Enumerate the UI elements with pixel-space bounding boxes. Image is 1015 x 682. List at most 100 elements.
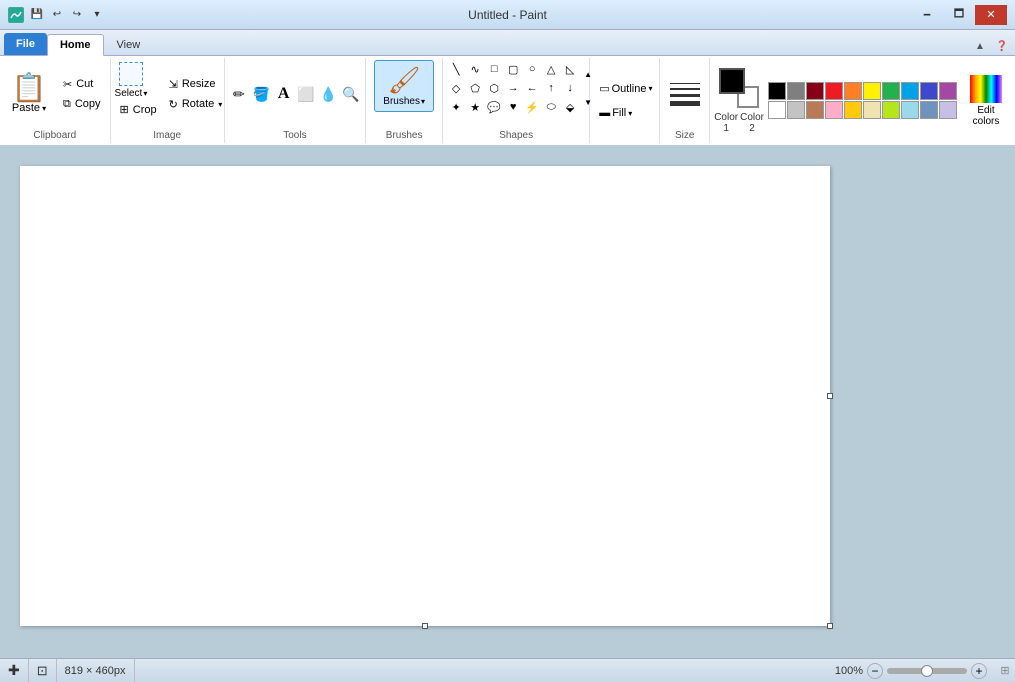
shape-rect[interactable]: □	[485, 60, 503, 78]
color-cell-5[interactable]	[863, 82, 881, 100]
resize-icon: ⇲	[169, 78, 178, 91]
shape-diamond[interactable]: ◇	[447, 79, 465, 97]
color1-swatch[interactable]	[719, 68, 745, 94]
select-icon	[119, 62, 143, 86]
shape-more2[interactable]: ⬙	[561, 98, 579, 116]
ribbon: 📋 Paste ▾ ✂ Cut ⧉ Copy Clipboard	[0, 56, 1015, 146]
canvas-area[interactable]	[0, 146, 1015, 658]
size-line-1[interactable]	[670, 83, 700, 84]
scissors-icon: ✂	[63, 78, 72, 91]
color-cell-18[interactable]	[920, 101, 938, 119]
shape-arrow-left[interactable]: ←	[523, 79, 541, 97]
fill-button[interactable]: 🪣	[251, 83, 271, 105]
color-cell-15[interactable]	[863, 101, 881, 119]
copy-button[interactable]: ⧉ Copy	[58, 95, 106, 114]
color-swatches-area: Color1 Color2	[714, 68, 764, 134]
shape-lightning[interactable]: ⚡	[523, 98, 541, 116]
shape-right-triangle[interactable]: ◺	[561, 60, 579, 78]
handle-bottom[interactable]	[422, 623, 428, 629]
tab-file[interactable]: File	[4, 33, 47, 55]
color-cell-2[interactable]	[806, 82, 824, 100]
color-cell-1[interactable]	[787, 82, 805, 100]
color-cell-8[interactable]	[920, 82, 938, 100]
color-cell-19[interactable]	[939, 101, 957, 119]
drawing-canvas[interactable]	[20, 166, 830, 626]
zoom-out-button[interactable]: −	[867, 663, 883, 679]
maximize-button[interactable]: 🗖	[943, 5, 975, 25]
quick-access-toolbar: 💾 ↩ ↪ ▾	[28, 6, 106, 24]
zoom-in-button[interactable]: +	[971, 663, 987, 679]
status-new-button[interactable]: ✚	[0, 659, 29, 682]
brushes-button[interactable]: 🖌 Brushes ▾	[374, 60, 434, 112]
brush-icon: 🖌	[388, 65, 421, 96]
zoom-tool-button[interactable]: 🔍	[341, 83, 361, 105]
shapes-group: ╲ ∿ □ ▢ ○ △ ◺ ◇ ⬠ ⬡ → ← ↑ ↓ ✦ ★ 💬 ♥ ⚡	[443, 58, 590, 143]
shape-heart[interactable]: ♥	[504, 98, 522, 116]
fill-button[interactable]: ▬ Fill ▾	[594, 104, 655, 122]
tab-view[interactable]: View	[104, 33, 154, 55]
close-button[interactable]: ✕	[975, 5, 1007, 25]
color-cell-10[interactable]	[768, 101, 786, 119]
color-cell-3[interactable]	[825, 82, 843, 100]
quick-save-button[interactable]: 💾	[28, 6, 46, 24]
edit-colors-button[interactable]: Editcolors	[961, 72, 1011, 130]
shape-callout[interactable]: 💬	[485, 98, 503, 116]
handle-right[interactable]	[827, 393, 833, 399]
fill-icon: ▬	[599, 107, 610, 119]
cut-button[interactable]: ✂ Cut	[58, 75, 106, 94]
shape-curve[interactable]: ∿	[466, 60, 484, 78]
color-selector	[719, 68, 759, 108]
outline-button[interactable]: ▭ Outline ▾	[594, 79, 655, 98]
shape-star4[interactable]: ✦	[447, 98, 465, 116]
size-line-4[interactable]	[670, 101, 700, 106]
quick-dropdown-button[interactable]: ▾	[88, 6, 106, 24]
resize-rotate-area: ⇲ Resize ↻ Rotate ▾	[164, 60, 228, 128]
zoom-slider[interactable]	[887, 668, 967, 674]
image-label: Image	[115, 128, 220, 141]
shape-arrow-down[interactable]: ↓	[561, 79, 579, 97]
shape-more1[interactable]: ⬭	[542, 98, 560, 116]
shape-triangle[interactable]: △	[542, 60, 560, 78]
shape-hexagon[interactable]: ⬡	[485, 79, 503, 97]
color-cell-0[interactable]	[768, 82, 786, 100]
tab-home[interactable]: Home	[47, 34, 104, 56]
color-cell-16[interactable]	[882, 101, 900, 119]
rotate-button[interactable]: ↻ Rotate ▾	[164, 95, 228, 114]
image-group: Select ▾ ⊞ Crop ⇲ Resize ↻ Rotate ▾	[111, 58, 225, 143]
size-line-3[interactable]	[670, 94, 700, 97]
text-button[interactable]: A	[274, 83, 294, 105]
size-label: Size	[664, 128, 705, 141]
shape-star5[interactable]: ★	[466, 98, 484, 116]
resize-button[interactable]: ⇲ Resize	[164, 75, 228, 94]
shape-line[interactable]: ╲	[447, 60, 465, 78]
crop-button[interactable]: ⊞ Crop	[115, 100, 162, 119]
color-cell-6[interactable]	[882, 82, 900, 100]
minimize-button[interactable]: 🗕	[911, 5, 943, 25]
pencil-button[interactable]: ✏	[229, 83, 249, 105]
new-icon: ✚	[8, 662, 20, 679]
quick-undo-button[interactable]: ↩	[48, 6, 66, 24]
shape-ellipse[interactable]: ○	[523, 60, 541, 78]
shape-arrow-right[interactable]: →	[504, 79, 522, 97]
color-cell-9[interactable]	[939, 82, 957, 100]
quick-redo-button[interactable]: ↪	[68, 6, 86, 24]
paste-button[interactable]: 📋 Paste ▾	[4, 60, 54, 128]
color-cell-13[interactable]	[825, 101, 843, 119]
color-picker-button[interactable]: 💧	[318, 83, 338, 105]
help-button[interactable]: ❓	[993, 37, 1011, 55]
color-cell-17[interactable]	[901, 101, 919, 119]
status-resize-button[interactable]: ⊡	[29, 659, 57, 682]
eraser-button[interactable]: ⬜	[296, 83, 316, 105]
select-button[interactable]: Select ▾	[115, 60, 148, 99]
ribbon-collapse-button[interactable]: ▲	[971, 37, 989, 55]
color-cell-4[interactable]	[844, 82, 862, 100]
handle-bottom-right[interactable]	[827, 623, 833, 629]
shape-arrow-up[interactable]: ↑	[542, 79, 560, 97]
color-cell-11[interactable]	[787, 101, 805, 119]
size-line-2[interactable]	[670, 88, 700, 90]
color-cell-14[interactable]	[844, 101, 862, 119]
color-cell-12[interactable]	[806, 101, 824, 119]
shape-rounded-rect[interactable]: ▢	[504, 60, 522, 78]
shape-pentagon[interactable]: ⬠	[466, 79, 484, 97]
color-cell-7[interactable]	[901, 82, 919, 100]
